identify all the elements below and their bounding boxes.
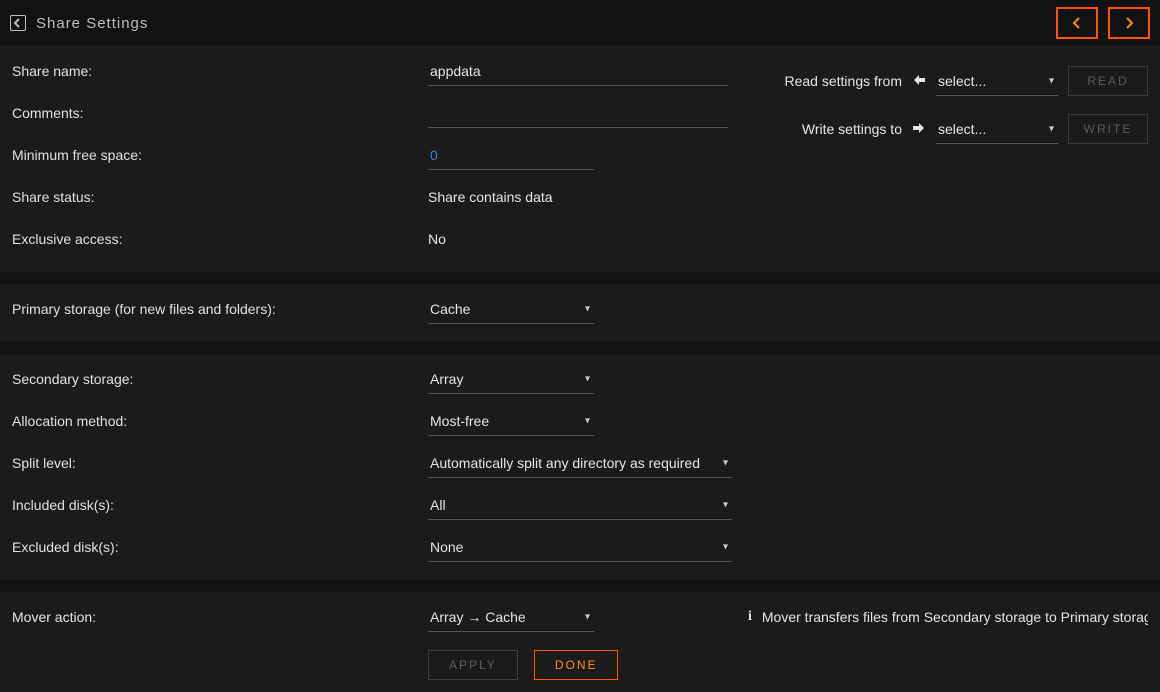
allocation-select[interactable]: Most-free [428,407,594,436]
split-level-select[interactable]: Automatically split any directory as req… [428,449,732,478]
share-name-label: Share name: [12,63,428,79]
primary-storage-label: Primary storage (for new files and folde… [12,301,428,317]
allocation-label: Allocation method: [12,413,428,429]
done-button[interactable]: DONE [534,650,619,680]
read-settings-select[interactable]: select... [936,67,1058,96]
share-name-input[interactable] [428,57,728,86]
included-select[interactable]: All [428,491,732,520]
write-button[interactable]: WRITE [1068,114,1148,144]
share-status-value: Share contains data [428,189,1148,205]
section-general: Read settings from select... READ Write … [0,46,1160,272]
mover-info-text: Mover transfers files from Secondary sto… [762,609,1148,625]
next-button[interactable] [1108,7,1150,39]
included-label: Included disk(s): [12,497,428,513]
excluded-select[interactable]: None [428,533,732,562]
secondary-storage-select[interactable]: Array [428,365,594,394]
page-header: Share Settings [0,0,1160,46]
exclusive-label: Exclusive access: [12,231,428,247]
section-primary-storage: Primary storage (for new files and folde… [0,272,1160,342]
section-mover: Mover action: Array → Cache i Mover tran… [0,580,1160,692]
exclusive-value: No [428,231,1148,247]
arrow-right-icon [912,121,926,138]
back-icon[interactable] [10,15,26,31]
write-settings-select[interactable]: select... [936,115,1058,144]
read-settings-label: Read settings from [785,73,903,89]
apply-button[interactable]: APPLY [428,650,518,680]
mover-select[interactable]: Array → Cache [428,603,594,632]
info-icon: i [748,609,752,625]
primary-storage-select[interactable]: Cache [428,295,594,324]
arrow-left-icon [912,73,926,90]
split-level-label: Split level: [12,455,428,471]
mover-info: i Mover transfers files from Secondary s… [748,609,1148,625]
excluded-label: Excluded disk(s): [12,539,428,555]
min-free-input[interactable] [428,141,594,170]
comments-input[interactable] [428,99,728,128]
min-free-label: Minimum free space: [12,147,428,163]
write-settings-label: Write settings to [785,121,903,137]
mover-label: Mover action: [12,609,428,625]
comments-label: Comments: [12,105,428,121]
page-title: Share Settings [36,15,148,32]
read-write-panel: Read settings from select... READ Write … [785,66,1149,144]
share-status-label: Share status: [12,189,428,205]
prev-button[interactable] [1056,7,1098,39]
section-secondary-storage: Secondary storage: Array Allocation meth… [0,342,1160,580]
read-button[interactable]: READ [1068,66,1148,96]
secondary-storage-label: Secondary storage: [12,371,428,387]
